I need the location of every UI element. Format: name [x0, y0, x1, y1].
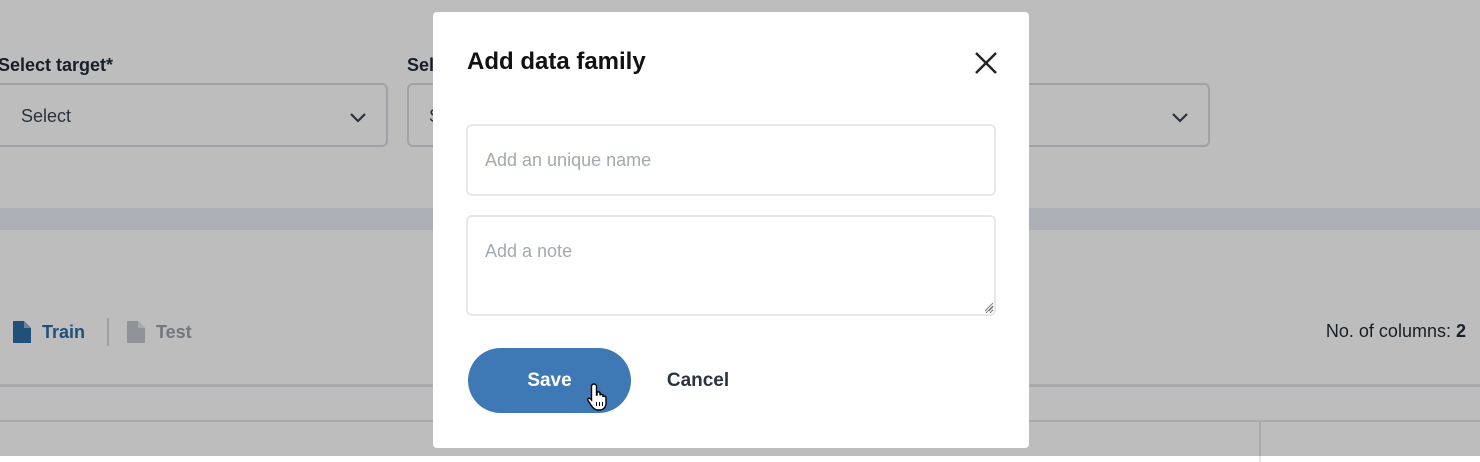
dialog-title: Add data family	[467, 48, 646, 75]
resize-handle-icon[interactable]	[982, 300, 994, 312]
close-button[interactable]	[971, 48, 1001, 78]
cancel-button[interactable]: Cancel	[653, 348, 743, 413]
note-textarea[interactable]	[466, 215, 996, 316]
hand-cursor-icon	[587, 383, 607, 411]
unique-name-input[interactable]	[466, 124, 996, 196]
close-icon	[975, 52, 997, 74]
add-data-family-dialog: Add data family Save Cancel	[433, 12, 1029, 448]
